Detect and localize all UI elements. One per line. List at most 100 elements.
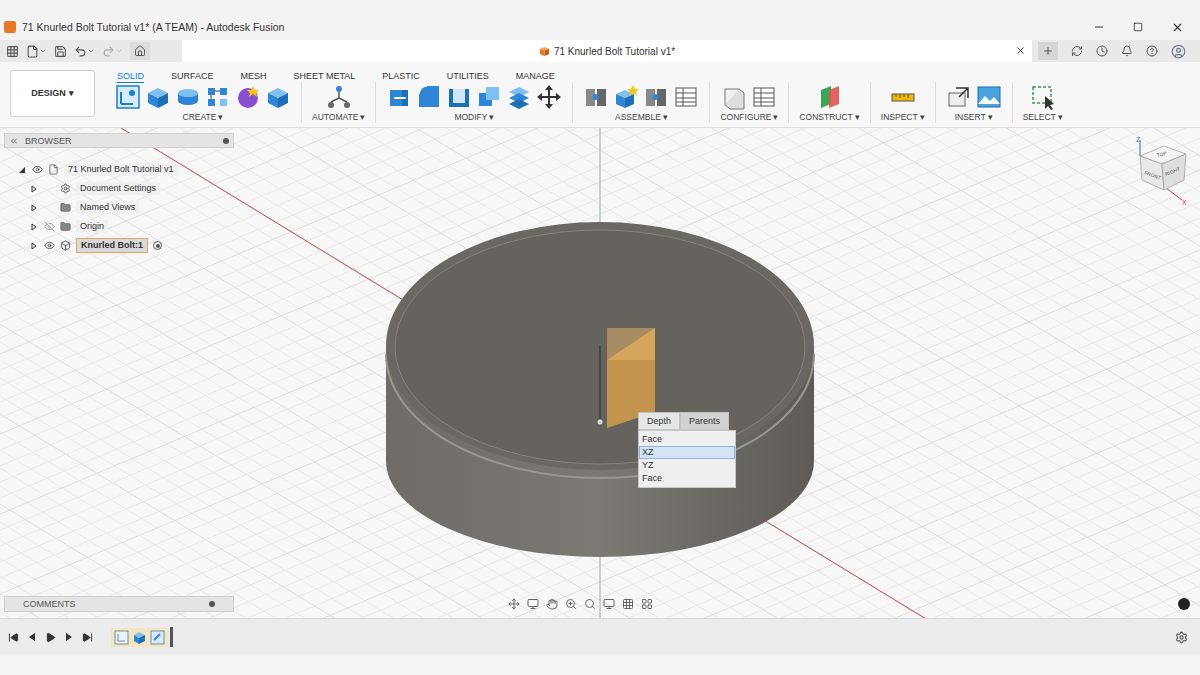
timeline-settings-icon[interactable] bbox=[1175, 631, 1188, 644]
select-tool-icon[interactable] bbox=[1030, 84, 1056, 110]
chevron-down-icon[interactable] bbox=[115, 47, 123, 55]
eye-icon[interactable] bbox=[32, 164, 43, 175]
workspace-tab[interactable]: SOLID bbox=[117, 70, 144, 83]
plane-feature-icon[interactable] bbox=[150, 630, 165, 645]
tool-group-label[interactable]: CONFIGURE▾ bbox=[720, 112, 778, 123]
browser-item[interactable]: Named Views bbox=[4, 198, 234, 217]
step-forward-icon[interactable] bbox=[64, 632, 74, 642]
joint-tool-icon[interactable] bbox=[643, 84, 669, 110]
close-icon[interactable] bbox=[1171, 21, 1184, 34]
chevron-down-icon[interactable] bbox=[39, 47, 47, 55]
save-icon[interactable] bbox=[54, 45, 67, 58]
collapsed-triangle-icon[interactable] bbox=[30, 204, 38, 212]
view-cube[interactable]: ZXTOPFRONTRIGHT bbox=[1126, 136, 1192, 206]
revolve-tool-icon[interactable] bbox=[175, 84, 201, 110]
pan-icon[interactable] bbox=[546, 598, 558, 610]
context-menu-item[interactable]: YZ bbox=[639, 459, 735, 472]
grid-settings-icon[interactable] bbox=[622, 598, 634, 610]
context-menu-item[interactable]: Face bbox=[639, 433, 735, 446]
status-indicator-icon[interactable] bbox=[1178, 598, 1190, 610]
new-tool-icon[interactable] bbox=[613, 84, 639, 110]
redo-icon[interactable] bbox=[102, 45, 115, 58]
look-at-icon[interactable] bbox=[527, 598, 539, 610]
browser-item[interactable]: Origin bbox=[4, 217, 234, 236]
extrude-feature-icon[interactable] bbox=[132, 630, 147, 645]
viewport[interactable]: BROWSER71 Knurled Bolt Tutorial v1Docume… bbox=[0, 128, 1200, 618]
eye-hidden-icon[interactable] bbox=[44, 221, 55, 232]
zoom-icon[interactable] bbox=[565, 598, 577, 610]
cube-tool-icon[interactable] bbox=[265, 84, 291, 110]
table-tool-icon[interactable] bbox=[751, 84, 777, 110]
fillet-tool-icon[interactable] bbox=[416, 84, 442, 110]
collapsed-triangle-icon[interactable] bbox=[30, 242, 38, 250]
fit-icon[interactable] bbox=[584, 598, 596, 610]
tool-group-label[interactable]: AUTOMATE▾ bbox=[312, 112, 365, 123]
move-tool-icon[interactable] bbox=[536, 84, 562, 110]
image-tool-icon[interactable] bbox=[976, 84, 1002, 110]
job-status-icon[interactable] bbox=[1096, 45, 1108, 57]
collapse-icon[interactable] bbox=[9, 136, 19, 146]
tool-group-label[interactable]: SELECT▾ bbox=[1023, 112, 1063, 123]
workspace-tab[interactable]: SURFACE bbox=[171, 70, 214, 82]
browser-item[interactable]: Knurled Bolt:1 bbox=[4, 236, 234, 255]
press-tool-icon[interactable] bbox=[386, 84, 412, 110]
plane-tool-icon[interactable] bbox=[817, 84, 843, 110]
home-button[interactable] bbox=[130, 42, 150, 60]
step-back-icon[interactable] bbox=[27, 632, 37, 642]
extensions-icon[interactable] bbox=[1071, 45, 1083, 57]
browser-item[interactable]: Document Settings bbox=[4, 179, 234, 198]
context-menu-item[interactable]: XZ bbox=[639, 446, 735, 459]
help-icon[interactable] bbox=[1146, 45, 1158, 57]
pattern-tool-icon[interactable] bbox=[205, 84, 231, 110]
collapsed-triangle-icon[interactable] bbox=[30, 223, 38, 231]
tool-group-label[interactable]: INSPECT▾ bbox=[881, 112, 925, 123]
minimize-icon[interactable] bbox=[1093, 21, 1105, 33]
collapsed-triangle-icon[interactable] bbox=[30, 185, 38, 193]
undo-icon[interactable] bbox=[74, 45, 87, 58]
notifications-icon[interactable] bbox=[1121, 45, 1133, 57]
play-icon[interactable] bbox=[45, 632, 56, 643]
orbit-icon[interactable] bbox=[508, 598, 520, 610]
workspace-switcher[interactable]: DESIGN▾ bbox=[10, 70, 95, 117]
cube-tool-icon[interactable] bbox=[145, 84, 171, 110]
timeline-marker[interactable] bbox=[170, 627, 173, 647]
sketch-tool-icon[interactable] bbox=[115, 84, 141, 110]
automate-tool-icon[interactable] bbox=[326, 84, 352, 110]
sphere-tool-icon[interactable] bbox=[235, 84, 261, 110]
model-viewport-drawing[interactable] bbox=[0, 128, 1200, 618]
tool-group-label[interactable]: ASSEMBLE▾ bbox=[615, 112, 668, 123]
tool-group-label[interactable]: CONSTRUCT▾ bbox=[799, 112, 859, 123]
apps-grid-icon[interactable] bbox=[6, 45, 19, 58]
maximize-icon[interactable] bbox=[1133, 22, 1143, 32]
panel-dot-icon[interactable] bbox=[209, 601, 215, 607]
workspace-tab[interactable]: MESH bbox=[241, 70, 267, 82]
context-menu-tab[interactable]: Parents bbox=[680, 412, 729, 430]
active-component-radio-icon[interactable] bbox=[153, 241, 162, 250]
user-avatar-icon[interactable] bbox=[1171, 44, 1186, 59]
document-tab[interactable]: 71 Knurled Bolt Tutorial v1* bbox=[182, 40, 1032, 62]
file-icon[interactable] bbox=[26, 45, 39, 58]
viewports-icon[interactable] bbox=[641, 598, 653, 610]
config-tool-icon[interactable] bbox=[721, 84, 747, 110]
close-tab-icon[interactable] bbox=[1015, 45, 1026, 56]
workspace-tab[interactable]: UTILITIES bbox=[447, 70, 489, 82]
shell-tool-icon[interactable] bbox=[446, 84, 472, 110]
browser-item[interactable]: 71 Knurled Bolt Tutorial v1 bbox=[4, 160, 234, 179]
go-to-end-icon[interactable] bbox=[82, 632, 93, 643]
workspace-tab[interactable]: PLASTIC bbox=[382, 70, 420, 82]
joint-tool-icon[interactable] bbox=[583, 84, 609, 110]
insert-tool-icon[interactable] bbox=[946, 84, 972, 110]
offset-tool-icon[interactable] bbox=[506, 84, 532, 110]
context-menu-tab[interactable]: Depth bbox=[638, 412, 680, 430]
combine-tool-icon[interactable] bbox=[476, 84, 502, 110]
tool-group-label[interactable]: INSERT▾ bbox=[955, 112, 993, 123]
measure-tool-icon[interactable] bbox=[890, 84, 916, 110]
new-tab-button[interactable] bbox=[1038, 42, 1058, 60]
go-to-start-icon[interactable] bbox=[8, 632, 19, 643]
table-tool-icon[interactable] bbox=[673, 84, 699, 110]
panel-dot-icon[interactable] bbox=[223, 138, 229, 144]
sketch-feature-icon[interactable] bbox=[114, 630, 129, 645]
eye-icon[interactable] bbox=[44, 240, 55, 251]
tool-group-label[interactable]: MODIFY▾ bbox=[454, 112, 494, 123]
chevron-down-icon[interactable] bbox=[87, 47, 95, 55]
